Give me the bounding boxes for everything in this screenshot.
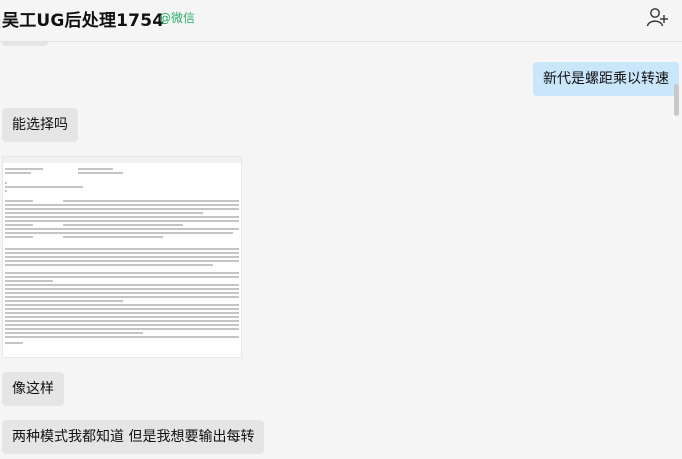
message-bubble-received[interactable]: 像这样 <box>2 372 64 406</box>
chat-title: 吴工UG后处理1754 <box>2 11 165 31</box>
chat-scrollbar[interactable] <box>674 84 679 116</box>
message-bubble-received[interactable]: 两种模式我都知道 但是我想要输出每转 <box>2 420 265 454</box>
chat-area[interactable]: 新代是螺距乘以转速 能选择吗 像这样 两种模式我都知道 但是我想要输出每转 <box>0 42 682 459</box>
chat-header: 吴工UG后处理1754 @微信 <box>0 0 682 42</box>
message-bubble-sent[interactable]: 新代是螺距乘以转速 <box>533 62 679 96</box>
add-user-icon[interactable] <box>646 6 668 28</box>
document-screenshot-image[interactable] <box>2 156 242 358</box>
previous-message <box>2 42 48 46</box>
message-bubble-received[interactable]: 能选择吗 <box>2 108 78 142</box>
wechat-badge: @微信 <box>159 11 196 25</box>
document-text-lines <box>5 168 239 344</box>
